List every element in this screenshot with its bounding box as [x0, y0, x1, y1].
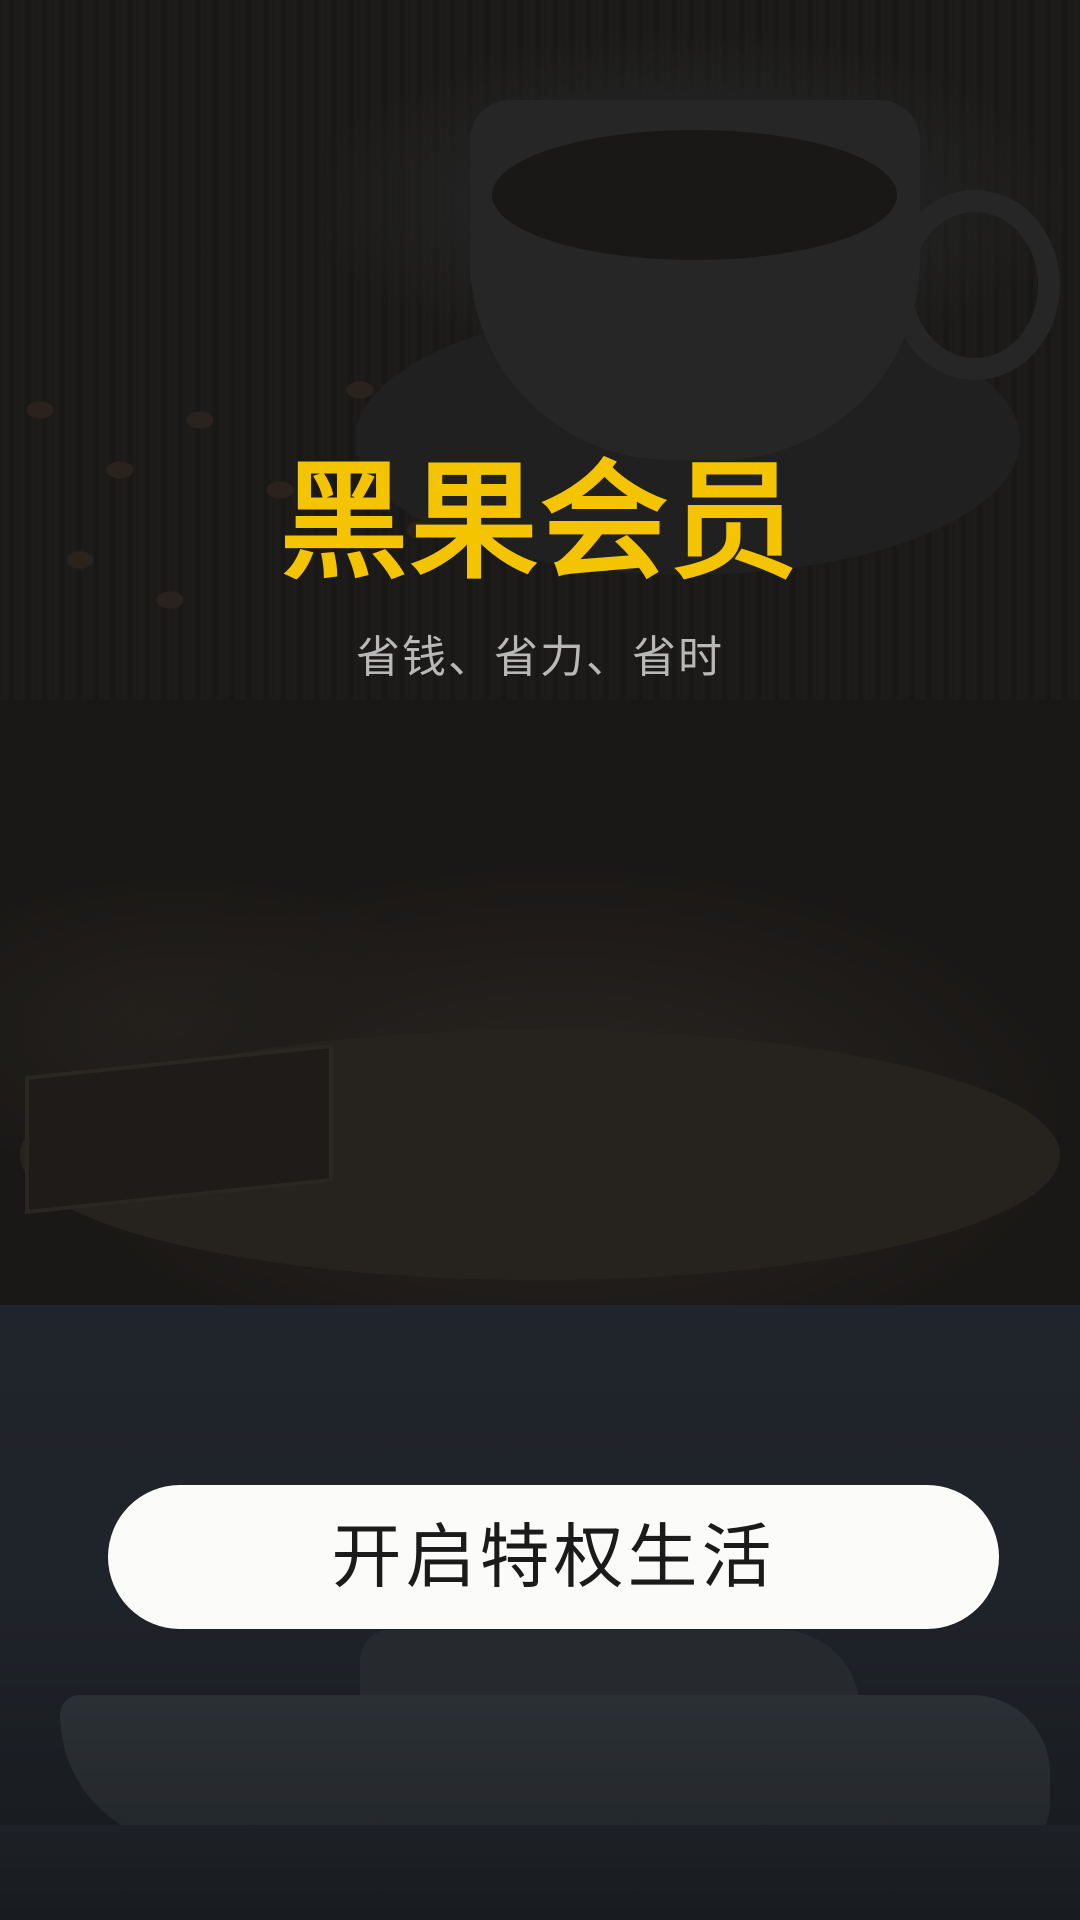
start-privilege-button[interactable]: 开启特权生活 — [108, 1485, 999, 1629]
cup-handle — [890, 190, 1060, 380]
welcome-screen: 黑果会员 省钱、省力、省时 开启特权生活 — [0, 0, 1080, 1920]
seafood-background-image — [0, 700, 1080, 1305]
yacht-hull — [60, 1695, 1050, 1845]
app-subtitle: 省钱、省力、省时 — [356, 632, 724, 683]
coffee-surface — [492, 130, 897, 260]
app-title: 黑果会员 — [279, 448, 800, 597]
water — [0, 1825, 1080, 1920]
